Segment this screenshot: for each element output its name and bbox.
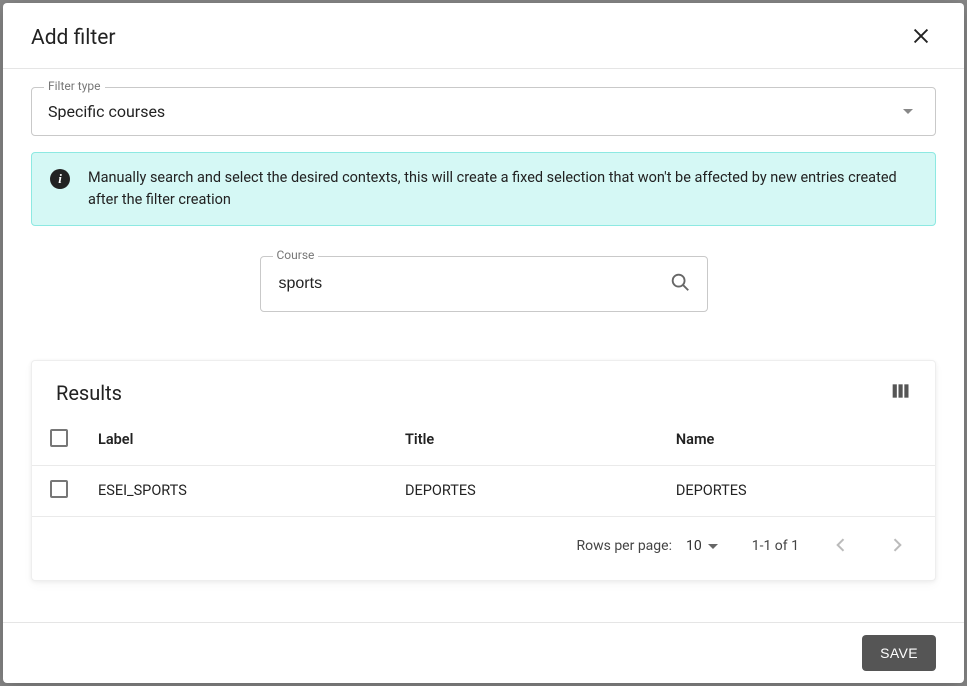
dialog-footer: SAVE — [3, 622, 964, 683]
results-header: Results — [32, 361, 935, 415]
info-icon: i — [50, 169, 70, 189]
close-button[interactable] — [906, 21, 936, 54]
column-header-label: Label — [86, 415, 393, 466]
cell-label: ESEI_SPORTS — [86, 465, 393, 516]
pagination-range: 1-1 of 1 — [752, 538, 799, 554]
course-search-label: Course — [273, 248, 319, 262]
dialog-title: Add filter — [31, 26, 115, 50]
chevron-down-icon — [708, 544, 718, 549]
course-search-row: Course — [31, 256, 936, 312]
cell-title: DEPORTES — [393, 465, 664, 516]
filter-type-label: Filter type — [44, 79, 105, 93]
rows-per-page-value: 10 — [686, 538, 702, 554]
add-filter-dialog: Add filter Filter type Specific courses … — [3, 3, 964, 683]
dialog-header: Add filter — [3, 3, 964, 69]
next-page-button[interactable] — [883, 531, 911, 562]
prev-page-button[interactable] — [827, 531, 855, 562]
rows-per-page: Rows per page: 10 — [576, 538, 723, 554]
select-all-checkbox[interactable] — [50, 429, 68, 447]
course-search-field: Course — [260, 256, 708, 312]
table-header-row: Label Title Name — [32, 415, 935, 466]
filter-type-select[interactable]: Filter type Specific courses — [31, 87, 936, 136]
pagination: Rows per page: 10 1-1 of 1 — [32, 517, 935, 580]
info-banner: i Manually search and select the desired… — [31, 152, 936, 226]
search-icon — [669, 271, 691, 297]
dialog-body: Filter type Specific courses i Manually … — [3, 69, 964, 622]
info-banner-text: Manually search and select the desired c… — [88, 167, 917, 211]
results-card: Results Label Title Name — [31, 360, 936, 581]
rows-per-page-select[interactable]: 10 — [686, 538, 724, 554]
chevron-right-icon — [887, 543, 907, 558]
chevron-left-icon — [831, 543, 851, 558]
cell-name: DEPORTES — [664, 465, 935, 516]
results-title: Results — [56, 381, 122, 405]
column-header-title: Title — [393, 415, 664, 466]
course-search-input[interactable] — [277, 274, 669, 294]
row-checkbox[interactable] — [50, 480, 68, 498]
results-table: Label Title Name ESEI_SPORTS DEPORTES DE… — [32, 415, 935, 517]
chevron-down-icon — [903, 109, 913, 114]
close-icon — [910, 35, 932, 50]
columns-icon[interactable] — [891, 382, 911, 404]
filter-type-value: Specific courses — [48, 102, 165, 121]
column-header-name: Name — [664, 415, 935, 466]
rows-per-page-label: Rows per page: — [576, 538, 671, 554]
save-button[interactable]: SAVE — [862, 635, 936, 671]
table-row: ESEI_SPORTS DEPORTES DEPORTES — [32, 465, 935, 516]
